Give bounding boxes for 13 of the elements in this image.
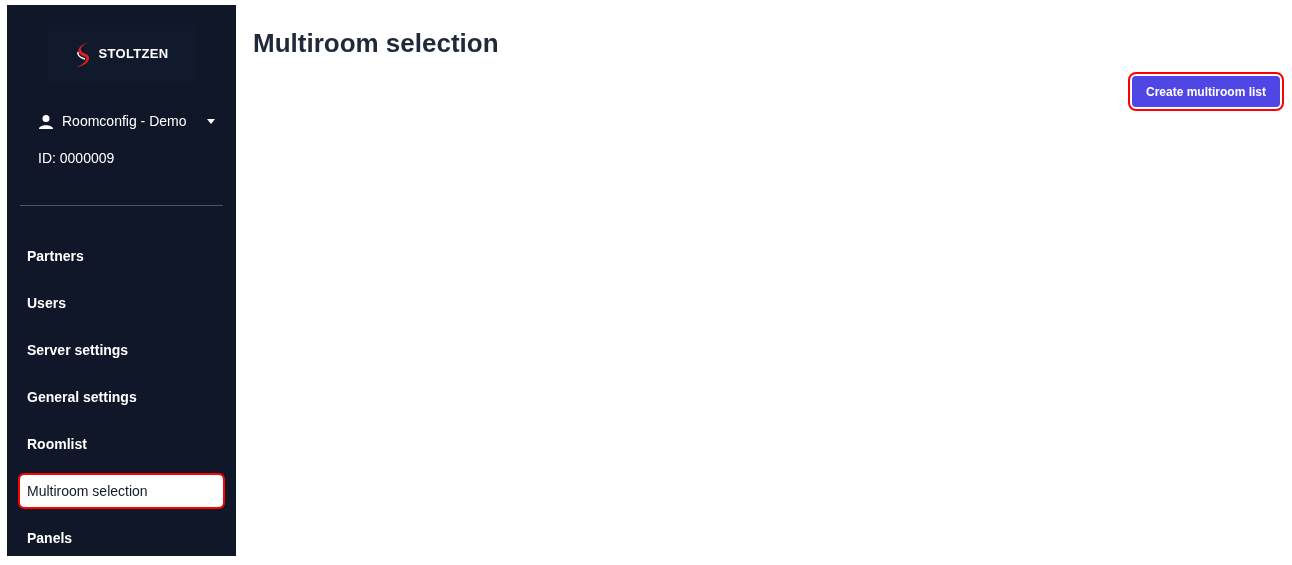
logo-text: STOLTZEN: [98, 44, 169, 63]
user-id: ID: 0000009: [38, 149, 116, 168]
user-name[interactable]: Roomconfig - Demo: [62, 111, 187, 132]
nav-item[interactable]: Panels: [20, 522, 223, 554]
user-icon: [38, 113, 54, 130]
nav-item[interactable]: General settings: [20, 381, 223, 413]
nav-item[interactable]: Multiroom selection: [20, 475, 223, 507]
nav-item[interactable]: Roomlist: [20, 428, 223, 460]
nav-item[interactable]: Server settings: [20, 334, 223, 366]
caret-icon[interactable]: [206, 119, 215, 124]
nav-item[interactable]: Users: [20, 287, 223, 319]
nav-item[interactable]: Partners: [20, 240, 223, 272]
page-title: Multiroom selection: [253, 30, 500, 56]
